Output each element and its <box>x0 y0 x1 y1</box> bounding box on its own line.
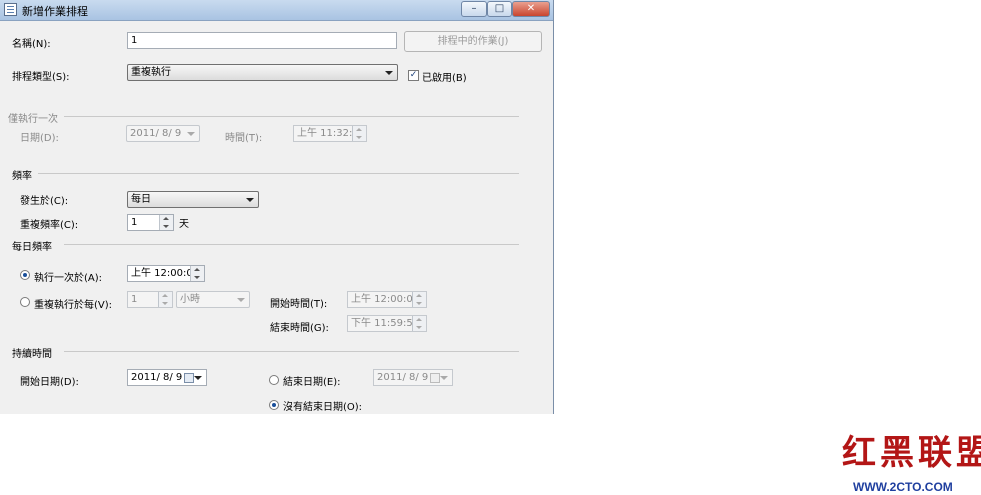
occurs-value: 每日 <box>131 194 151 205</box>
repeat-every-radio[interactable] <box>20 297 30 307</box>
end-time-value: 下午 11:59:59 <box>351 318 420 329</box>
run-once-radio[interactable] <box>20 270 30 280</box>
start-time-input: 上午 12:00:00 <box>347 291 427 308</box>
repeat-every-input: 1 <box>127 291 173 308</box>
start-date-picker[interactable]: 2011/ 8/ 9 <box>127 369 207 386</box>
duration-section-title: 持續時間 <box>12 349 52 360</box>
daily-section-title: 每日頻率 <box>12 242 52 253</box>
chevron-down-icon <box>246 198 254 202</box>
end-time-input: 下午 11:59:59 <box>347 315 427 332</box>
repeat-unit-select: 小時 <box>176 291 250 308</box>
repeat-unit-value: 小時 <box>180 294 200 305</box>
start-time-label: 開始時間(T): <box>270 299 328 310</box>
spinner-icon <box>352 126 366 141</box>
end-date-radio[interactable] <box>269 375 279 385</box>
name-label: 名稱(N): <box>12 39 51 50</box>
run-once-label: 執行一次於(A): <box>34 273 103 284</box>
schedule-type-value: 重複執行 <box>131 67 171 78</box>
name-input[interactable]: 1 <box>127 32 397 49</box>
enabled-label: 已啟用(B) <box>422 73 467 84</box>
spinner-icon <box>412 316 426 331</box>
end-date-value: 2011/ 8/ 9 <box>377 372 429 383</box>
enabled-checkbox[interactable]: ✓ <box>408 70 419 81</box>
chevron-down-icon <box>237 298 245 302</box>
frequency-divider <box>38 173 519 174</box>
daily-divider <box>64 244 519 245</box>
maximize-button[interactable]: □ <box>487 1 512 17</box>
no-end-date-label: 沒有結束日期(O): <box>283 402 363 413</box>
one-time-date-value: 2011/ 8/ 9 <box>130 128 182 139</box>
recurs-unit: 天 <box>179 219 189 230</box>
run-once-time-value: 上午 12:00:00 <box>131 268 200 279</box>
repeat-every-label: 重複執行於每(V): <box>34 300 113 311</box>
one-time-date-label: 日期(D): <box>20 133 59 144</box>
watermark-url: WWW.2CTO.COM <box>853 480 953 494</box>
watermark-brand: 红黑联盟 <box>842 433 981 473</box>
scheduled-jobs-button[interactable]: 排程中的作業(J) <box>404 31 542 52</box>
no-end-date-radio[interactable] <box>269 400 279 410</box>
minimize-button[interactable]: – <box>461 1 487 17</box>
recurs-value: 1 <box>131 217 138 228</box>
occurs-select[interactable]: 每日 <box>127 191 259 208</box>
one-time-time-input: 上午 11:32:07 <box>293 125 367 142</box>
calendar-icon <box>184 373 194 383</box>
one-time-section-title: 僅執行一次 <box>8 114 58 125</box>
run-once-time-input[interactable]: 上午 12:00:00 <box>127 265 205 282</box>
end-time-label: 結束時間(G): <box>270 323 329 334</box>
calendar-icon <box>430 373 440 383</box>
schedule-type-label: 排程類型(S): <box>12 72 70 83</box>
chevron-down-icon[interactable] <box>194 376 202 380</box>
one-time-date-picker: 2011/ 8/ 9 <box>126 125 200 142</box>
schedule-type-select[interactable]: 重複執行 <box>127 64 398 81</box>
end-date-picker: 2011/ 8/ 9 <box>373 369 453 386</box>
title-bar[interactable]: 新增作業排程 – □ ✕ <box>0 0 553 21</box>
recurs-input[interactable]: 1 <box>127 214 174 231</box>
close-button[interactable]: ✕ <box>512 1 550 17</box>
window-title: 新增作業排程 <box>22 5 88 18</box>
spinner-icon <box>158 292 172 307</box>
start-date-label: 開始日期(D): <box>20 377 79 388</box>
spinner-icon <box>412 292 426 307</box>
occurs-label: 發生於(C): <box>20 196 69 207</box>
start-date-value: 2011/ 8/ 9 <box>131 372 183 383</box>
end-date-label: 結束日期(E): <box>283 377 341 388</box>
chevron-down-icon <box>187 132 195 136</box>
new-job-schedule-window: 新增作業排程 – □ ✕ 名稱(N): 1 排程中的作業(J) 排程類型(S):… <box>0 0 554 414</box>
duration-divider <box>64 351 519 352</box>
window-icon <box>4 3 17 16</box>
spinner-icon[interactable] <box>159 215 173 230</box>
chevron-down-icon <box>385 71 393 75</box>
frequency-section-title: 頻率 <box>12 171 32 182</box>
start-time-value: 上午 12:00:00 <box>351 294 420 305</box>
recurs-label: 重複頻率(C): <box>20 220 79 231</box>
chevron-down-icon <box>440 376 448 380</box>
spinner-icon[interactable] <box>190 266 204 281</box>
repeat-every-value: 1 <box>131 294 138 305</box>
one-time-time-label: 時間(T): <box>225 133 263 144</box>
one-time-divider <box>64 116 519 117</box>
